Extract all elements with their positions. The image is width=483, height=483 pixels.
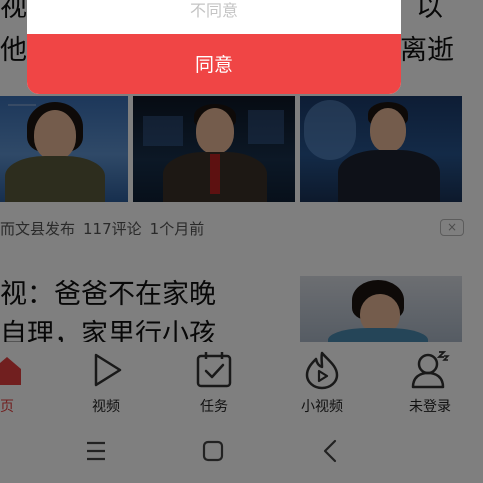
screen: 视 他 以 离逝 而文县发布 117评论 1个月前 × 视：爸爸不在家晚 自理，… bbox=[0, 0, 483, 483]
consent-dialog: 不同意 同意 bbox=[27, 0, 401, 94]
agree-button[interactable]: 同意 bbox=[27, 34, 401, 94]
disagree-button[interactable]: 不同意 bbox=[27, 0, 401, 34]
